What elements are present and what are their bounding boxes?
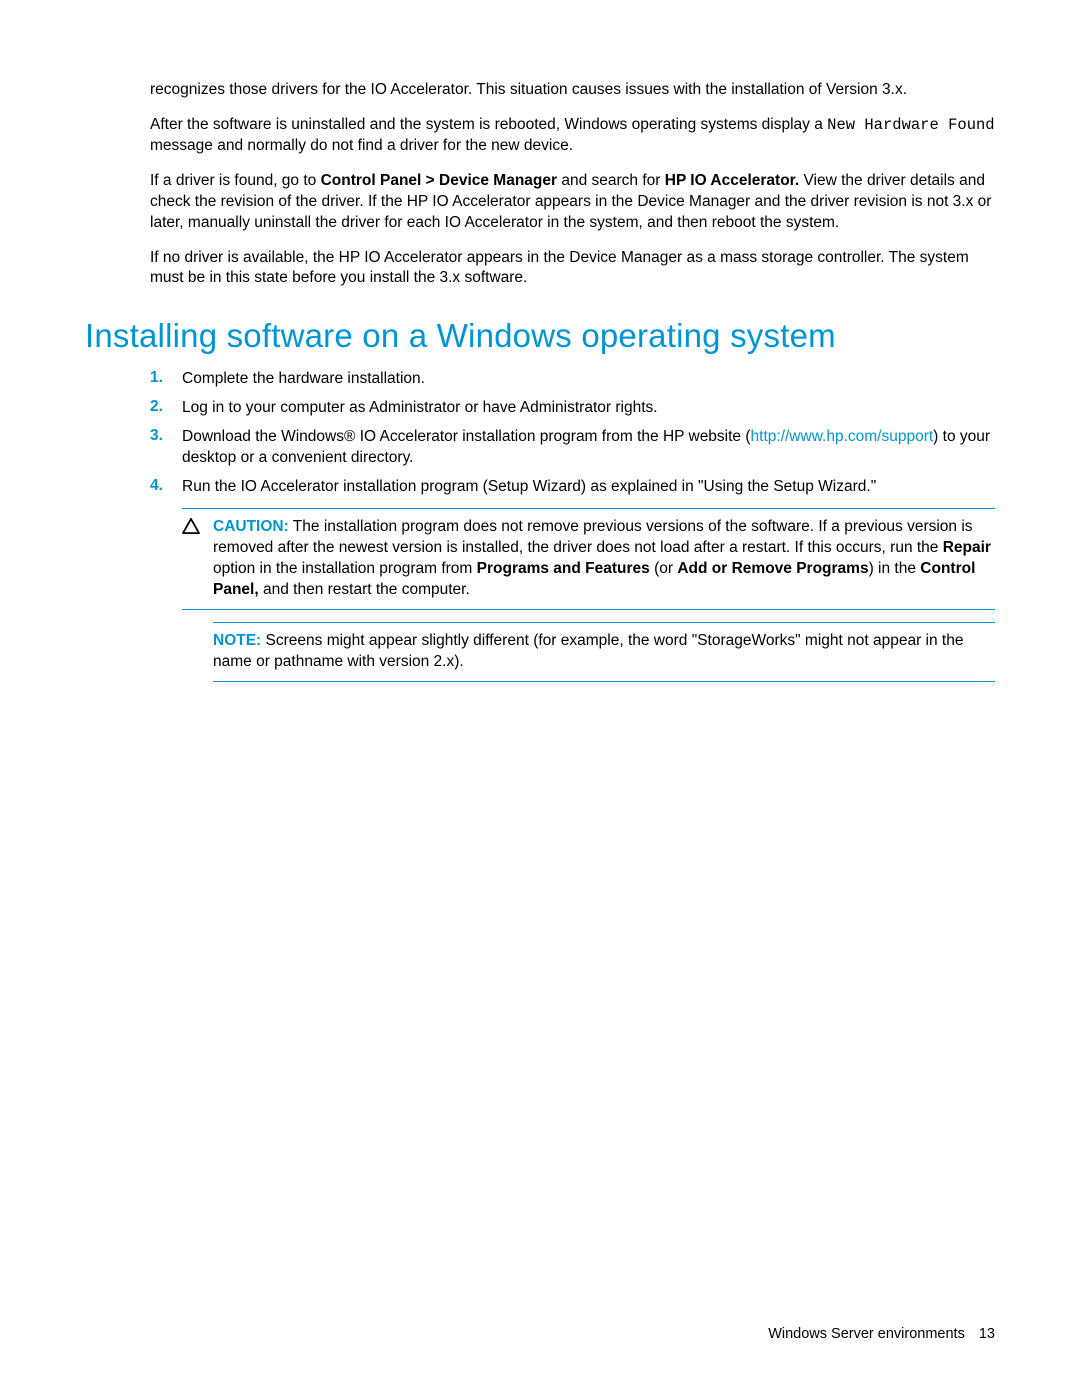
text: message and normally do not find a drive…	[150, 137, 573, 154]
list-text: Download the Windows® IO Accelerator ins…	[182, 427, 995, 469]
list-number: 4.	[150, 477, 182, 498]
bold-text: Repair	[943, 539, 991, 556]
text: and then restart the computer.	[259, 581, 470, 598]
document-page: recognizes those drivers for the IO Acce…	[0, 0, 1080, 1397]
text: and search for	[557, 172, 665, 189]
paragraph: If a driver is found, go to Control Pane…	[150, 171, 995, 234]
list-item: 1. Complete the hardware installation.	[150, 369, 995, 390]
note-callout: NOTE: Screens might appear slightly diff…	[213, 622, 995, 682]
text: The installation program does not remove…	[213, 518, 973, 556]
caution-callout: CAUTION: The installation program does n…	[182, 508, 995, 610]
note-label: NOTE:	[213, 632, 261, 649]
list-item: 2. Log in to your computer as Administra…	[150, 398, 995, 419]
text: If a driver is found, go to	[150, 172, 321, 189]
footer-page-number: 13	[979, 1326, 995, 1342]
text: (or	[650, 560, 678, 577]
bold-text: Add or Remove Programs	[677, 560, 868, 577]
list-item: 3. Download the Windows® IO Accelerator …	[150, 427, 995, 469]
list-text: Log in to your computer as Administrator…	[182, 398, 995, 419]
section-heading: Installing software on a Windows operati…	[85, 317, 995, 355]
bold-text: HP IO Accelerator.	[665, 172, 799, 189]
list-number: 3.	[150, 427, 182, 469]
list-number: 2.	[150, 398, 182, 419]
paragraph: After the software is uninstalled and th…	[150, 115, 995, 157]
text: option in the installation program from	[213, 560, 477, 577]
text: Screens might appear slightly different …	[213, 632, 963, 670]
caution-label: CAUTION:	[213, 518, 289, 535]
ordered-list: 1. Complete the hardware installation. 2…	[150, 369, 995, 498]
footer-section: Windows Server environments	[768, 1326, 965, 1342]
code-text: New Hardware Found	[827, 116, 994, 134]
list-item: 4. Run the IO Accelerator installation p…	[150, 477, 995, 498]
support-link[interactable]: http://www.hp.com/support	[751, 428, 934, 445]
bold-text: Programs and Features	[477, 560, 650, 577]
note-text: NOTE: Screens might appear slightly diff…	[213, 631, 995, 673]
text: After the software is uninstalled and th…	[150, 116, 827, 133]
bold-text: Control Panel > Device Manager	[321, 172, 557, 189]
list-number: 1.	[150, 369, 182, 390]
text: ) in the	[869, 560, 921, 577]
text: Download the Windows® IO Accelerator ins…	[182, 428, 751, 445]
list-text: Complete the hardware installation.	[182, 369, 995, 390]
caution-icon	[182, 517, 213, 601]
paragraph: If no driver is available, the HP IO Acc…	[150, 248, 995, 290]
list-text: Run the IO Accelerator installation prog…	[182, 477, 995, 498]
page-footer: Windows Server environments 13	[768, 1326, 995, 1342]
paragraph: recognizes those drivers for the IO Acce…	[150, 80, 995, 101]
caution-text: CAUTION: The installation program does n…	[213, 517, 995, 601]
